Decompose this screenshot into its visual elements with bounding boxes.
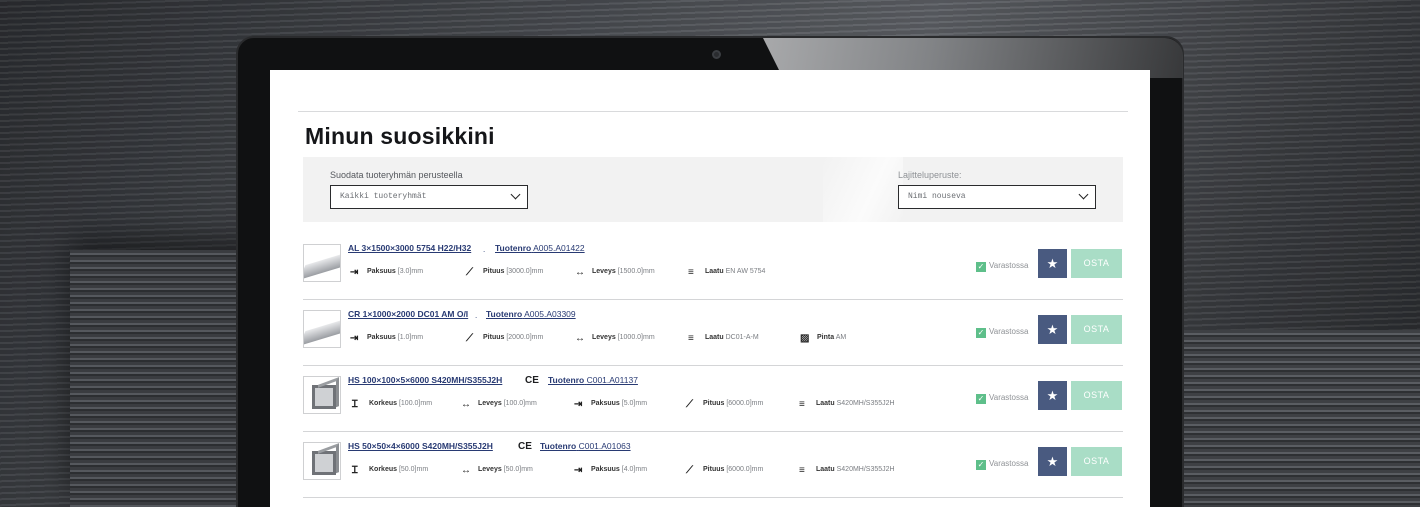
attr-thickness: ⇥ Paksuus [4.0]mm xyxy=(574,465,648,476)
grade-icon: ≡ xyxy=(799,399,805,410)
width-icon: ↔ xyxy=(575,333,585,344)
width-icon: ↔ xyxy=(461,399,471,410)
grade-icon: ≡ xyxy=(799,465,805,476)
attr-thickness: ⇥ Paksuus [3.0]mm xyxy=(350,267,424,278)
attr-grade: ≡ Laatu DC01-A-M xyxy=(688,333,759,344)
sort-label: Lajitteluperuste: xyxy=(898,170,962,180)
ce-mark: CE xyxy=(525,375,539,386)
product-thumbnail[interactable] xyxy=(303,310,341,348)
buy-button[interactable]: OSTA xyxy=(1071,249,1122,278)
attr-grade: ≡ Laatu S420MH/S355J2H xyxy=(799,465,895,476)
stock-status: ✓ Varastossa xyxy=(976,459,1029,470)
stock-status: ✓ Varastossa xyxy=(976,327,1029,338)
product-code-link[interactable]: Tuotenro A005.A03309 xyxy=(486,309,576,319)
attr-width: ↔ Leveys [100.0]mm xyxy=(461,399,537,410)
screen: Minun suosikkini Suodata tuoteryhmän per… xyxy=(270,70,1150,507)
product-name-link[interactable]: HS 50×50×4×6000 S420MH/S355J2H xyxy=(348,441,493,451)
surface-icon: ▨ xyxy=(800,333,810,344)
product-row: HS 100×100×5×6000 S420MH/S355J2H CE Tuot… xyxy=(303,366,1123,432)
buy-button[interactable]: OSTA xyxy=(1071,315,1122,344)
length-icon: ⟋ xyxy=(466,267,473,278)
favorite-star-button[interactable]: ★ xyxy=(1038,315,1067,344)
width-icon: ↔ xyxy=(461,465,471,476)
page-title: Minun suosikkini xyxy=(305,123,495,149)
check-icon: ✓ xyxy=(976,262,986,272)
product-code-link[interactable]: Tuotenro C001.A01063 xyxy=(540,441,631,451)
height-icon: Ɪ xyxy=(352,465,358,476)
thickness-icon: ⇥ xyxy=(574,465,583,476)
product-code-link[interactable]: Tuotenro C001.A01137 xyxy=(548,375,638,385)
product-thumbnail[interactable] xyxy=(303,376,341,414)
width-icon: ↔ xyxy=(575,267,585,278)
attr-thickness: ⇥ Paksuus [5.0]mm xyxy=(574,399,648,410)
laptop-frame: Minun suosikkini Suodata tuoteryhmän per… xyxy=(236,36,1184,507)
filter-bar: Suodata tuoteryhmän perusteella Kaikki t… xyxy=(303,157,1123,222)
attr-grade: ≡ Laatu EN AW 5754 xyxy=(688,267,766,278)
attr-length: ⟋ Pituus [3000.0]mm xyxy=(466,267,544,278)
stock-status: ✓ Varastossa xyxy=(976,261,1029,272)
thickness-icon: ⇥ xyxy=(574,399,583,410)
product-row: AL 3×1500×3000 5754 H22/H32 . Tuotenro A… xyxy=(303,234,1123,300)
attr-width: ↔ Leveys [1500.0]mm xyxy=(575,267,655,278)
favorite-star-button[interactable]: ★ xyxy=(1038,447,1067,476)
thickness-icon: ⇥ xyxy=(350,333,359,344)
grade-icon: ≡ xyxy=(688,267,694,278)
length-icon: ⟋ xyxy=(466,333,473,344)
attr-surface: ▨ Pinta AM xyxy=(800,333,847,344)
thickness-icon: ⇥ xyxy=(350,267,359,278)
attr-height: Ɪ Korkeus [50.0]mm xyxy=(352,465,429,476)
product-name-link[interactable]: AL 3×1500×3000 5754 H22/H32 xyxy=(348,243,471,253)
attr-grade: ≡ Laatu S420MH/S355J2H xyxy=(799,399,895,410)
webcam-icon xyxy=(712,50,721,59)
attr-length: ⟋ Pituus [2000.0]mm xyxy=(466,333,544,344)
product-thumbnail[interactable] xyxy=(303,244,341,282)
product-row: CR 1×1000×2000 DC01 AM O/I . Tuotenro A0… xyxy=(303,300,1123,366)
attr-length: ⟋ Pituus [6000.0]mm xyxy=(686,465,764,476)
chevron-down-icon xyxy=(1078,189,1089,200)
favorite-star-button[interactable]: ★ xyxy=(1038,249,1067,278)
favorite-star-button[interactable]: ★ xyxy=(1038,381,1067,410)
attr-width: ↔ Leveys [50.0]mm xyxy=(461,465,533,476)
attr-width: ↔ Leveys [1000.0]mm xyxy=(575,333,655,344)
ce-mark: CE xyxy=(518,441,532,452)
stock-status: ✓ Varastossa xyxy=(976,393,1029,404)
product-name-link[interactable]: CR 1×1000×2000 DC01 AM O/I xyxy=(348,309,468,319)
grade-icon: ≡ xyxy=(688,333,694,344)
check-icon: ✓ xyxy=(976,394,986,404)
sort-select[interactable]: Nimi nouseva xyxy=(898,185,1096,209)
product-row: HS 50×50×4×6000 S420MH/S355J2H CE Tuoten… xyxy=(303,432,1123,498)
group-filter-select[interactable]: Kaikki tuoteryhmät xyxy=(330,185,528,209)
length-icon: ⟋ xyxy=(686,465,693,476)
attr-length: ⟋ Pituus [6000.0]mm xyxy=(686,399,764,410)
check-icon: ✓ xyxy=(976,460,986,470)
height-icon: Ɪ xyxy=(352,399,358,410)
product-thumbnail[interactable] xyxy=(303,442,341,480)
chevron-down-icon xyxy=(510,189,521,200)
attr-height: Ɪ Korkeus [100.0]mm xyxy=(352,399,433,410)
buy-button[interactable]: OSTA xyxy=(1071,381,1122,410)
attr-thickness: ⇥ Paksuus [1.0]mm xyxy=(350,333,424,344)
product-code-link[interactable]: Tuotenro A005.A01422 xyxy=(495,243,585,253)
length-icon: ⟋ xyxy=(686,399,693,410)
buy-button[interactable]: OSTA xyxy=(1071,447,1122,476)
check-icon: ✓ xyxy=(976,328,986,338)
group-filter-label: Suodata tuoteryhmän perusteella xyxy=(330,170,463,180)
product-name-link[interactable]: HS 100×100×5×6000 S420MH/S355J2H xyxy=(348,375,502,385)
